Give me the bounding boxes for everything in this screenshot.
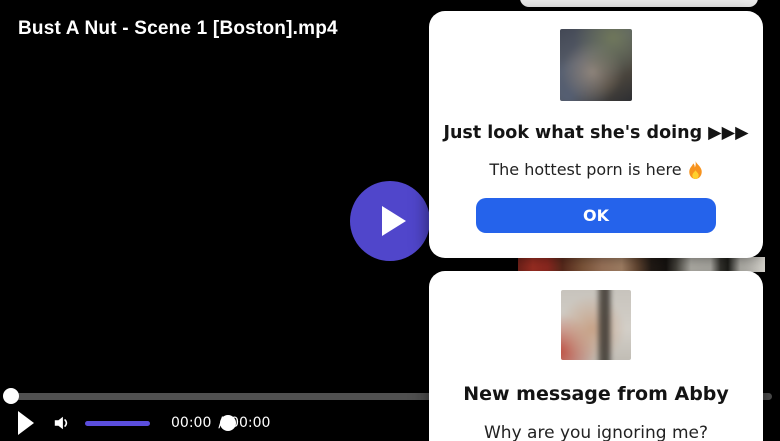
volume-slider[interactable]	[85, 415, 236, 431]
volume-icon[interactable]	[53, 413, 71, 433]
duration: 00:00	[230, 415, 271, 431]
background-video-strip	[518, 257, 765, 272]
ok-button[interactable]: OK	[476, 198, 716, 233]
offer-subtext-text: The hottest porn is here	[489, 160, 682, 179]
seek-handle[interactable]	[3, 388, 19, 404]
current-time: 00:00	[171, 415, 212, 431]
play-icon	[381, 206, 406, 236]
offer-popup: Just look what she's doing ▶▶▶ The hotte…	[429, 11, 763, 258]
message-body: Why are you ignoring me?	[484, 423, 708, 441]
offer-subtext: The hottest porn is here	[489, 160, 702, 180]
volume-track[interactable]	[85, 421, 150, 426]
message-thumbnail[interactable]	[561, 290, 631, 360]
message-headline: New message from Abby	[463, 383, 729, 405]
message-thumbnail-image	[561, 290, 631, 360]
player-controls: 00:00 / 00:00	[0, 405, 430, 441]
offer-headline: Just look what she's doing ▶▶▶	[443, 123, 749, 143]
video-title: Bust A Nut - Scene 1 [Boston].mp4	[18, 18, 338, 39]
video-player-page: Bust A Nut - Scene 1 [Boston].mp4 00:00 …	[0, 0, 780, 441]
message-popup[interactable]: New message from Abby Why are you ignori…	[429, 271, 763, 441]
fire-icon	[688, 161, 702, 179]
offer-thumbnail-image	[560, 29, 632, 101]
volume-handle[interactable]	[220, 415, 236, 431]
play-button[interactable]	[18, 411, 34, 435]
peeking-popup-card[interactable]	[520, 0, 758, 7]
big-play-button[interactable]	[350, 181, 430, 261]
offer-thumbnail[interactable]	[560, 29, 632, 101]
